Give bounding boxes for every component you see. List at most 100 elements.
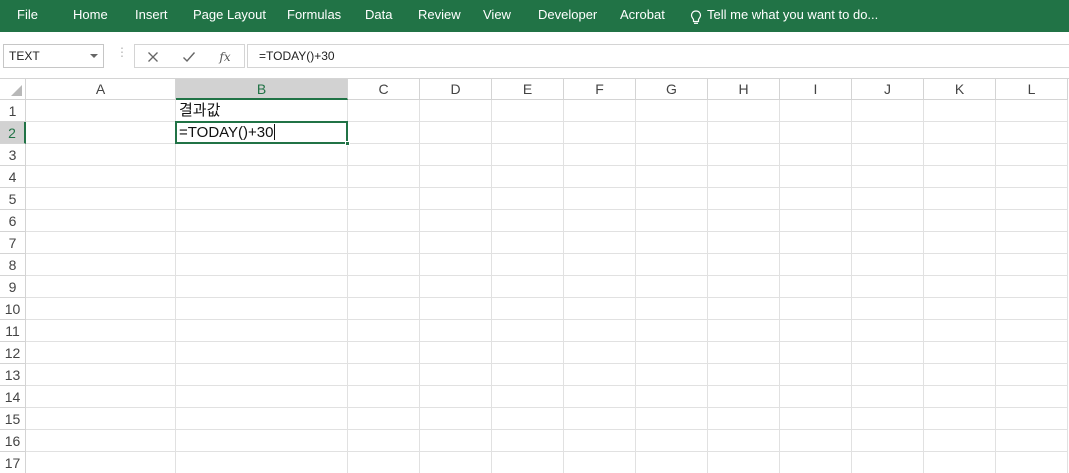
cell-i5[interactable] bbox=[780, 188, 852, 210]
cell-l3[interactable] bbox=[996, 144, 1068, 166]
cell-j17[interactable] bbox=[852, 452, 924, 473]
column-header-e[interactable]: E bbox=[492, 79, 564, 100]
cell-b11[interactable] bbox=[176, 320, 348, 342]
cell-i8[interactable] bbox=[780, 254, 852, 276]
cell-f14[interactable] bbox=[564, 386, 636, 408]
column-header-g[interactable]: G bbox=[636, 79, 708, 100]
cell-k7[interactable] bbox=[924, 232, 996, 254]
cell-c3[interactable] bbox=[348, 144, 420, 166]
cell-d2[interactable] bbox=[420, 122, 492, 144]
cell-g6[interactable] bbox=[636, 210, 708, 232]
cell-k14[interactable] bbox=[924, 386, 996, 408]
row-header-6[interactable]: 6 bbox=[0, 210, 26, 232]
chevron-down-icon[interactable] bbox=[90, 54, 98, 58]
cell-h15[interactable] bbox=[708, 408, 780, 430]
cell-l7[interactable] bbox=[996, 232, 1068, 254]
cell-g16[interactable] bbox=[636, 430, 708, 452]
cell-a4[interactable] bbox=[26, 166, 176, 188]
cell-l1[interactable] bbox=[996, 100, 1068, 122]
cell-i12[interactable] bbox=[780, 342, 852, 364]
cell-l13[interactable] bbox=[996, 364, 1068, 386]
cell-h4[interactable] bbox=[708, 166, 780, 188]
cell-a6[interactable] bbox=[26, 210, 176, 232]
row-header-16[interactable]: 16 bbox=[0, 430, 26, 452]
cell-g12[interactable] bbox=[636, 342, 708, 364]
row-header-12[interactable]: 12 bbox=[0, 342, 26, 364]
column-header-c[interactable]: C bbox=[348, 79, 420, 100]
cell-k10[interactable] bbox=[924, 298, 996, 320]
cell-d4[interactable] bbox=[420, 166, 492, 188]
cell-h6[interactable] bbox=[708, 210, 780, 232]
cell-e13[interactable] bbox=[492, 364, 564, 386]
cell-i1[interactable] bbox=[780, 100, 852, 122]
cell-b13[interactable] bbox=[176, 364, 348, 386]
tab-home[interactable]: Home bbox=[73, 0, 108, 29]
cell-i4[interactable] bbox=[780, 166, 852, 188]
cell-e5[interactable] bbox=[492, 188, 564, 210]
cell-a8[interactable] bbox=[26, 254, 176, 276]
cell-a10[interactable] bbox=[26, 298, 176, 320]
cell-k1[interactable] bbox=[924, 100, 996, 122]
tab-view[interactable]: View bbox=[483, 0, 511, 29]
cell-a14[interactable] bbox=[26, 386, 176, 408]
column-header-d[interactable]: D bbox=[420, 79, 492, 100]
formula-input[interactable]: =TODAY()+30 bbox=[247, 44, 1069, 68]
row-header-9[interactable]: 9 bbox=[0, 276, 26, 298]
cell-b15[interactable] bbox=[176, 408, 348, 430]
cell-f2[interactable] bbox=[564, 122, 636, 144]
cell-c12[interactable] bbox=[348, 342, 420, 364]
cell-l5[interactable] bbox=[996, 188, 1068, 210]
cell-l15[interactable] bbox=[996, 408, 1068, 430]
cell-a15[interactable] bbox=[26, 408, 176, 430]
cell-b10[interactable] bbox=[176, 298, 348, 320]
cell-k17[interactable] bbox=[924, 452, 996, 473]
tab-page-layout[interactable]: Page Layout bbox=[193, 0, 266, 29]
cell-a9[interactable] bbox=[26, 276, 176, 298]
row-header-17[interactable]: 17 bbox=[0, 452, 26, 473]
cell-g3[interactable] bbox=[636, 144, 708, 166]
cell-f17[interactable] bbox=[564, 452, 636, 473]
cell-f1[interactable] bbox=[564, 100, 636, 122]
cell-b7[interactable] bbox=[176, 232, 348, 254]
cell-e6[interactable] bbox=[492, 210, 564, 232]
cell-e8[interactable] bbox=[492, 254, 564, 276]
cell-f5[interactable] bbox=[564, 188, 636, 210]
tab-formulas[interactable]: Formulas bbox=[287, 0, 341, 29]
cell-f4[interactable] bbox=[564, 166, 636, 188]
column-header-i[interactable]: I bbox=[780, 79, 852, 100]
row-header-2[interactable]: 2 bbox=[0, 122, 26, 144]
tab-acrobat[interactable]: Acrobat bbox=[620, 0, 665, 29]
cell-c15[interactable] bbox=[348, 408, 420, 430]
column-header-j[interactable]: J bbox=[852, 79, 924, 100]
cell-h3[interactable] bbox=[708, 144, 780, 166]
cell-j3[interactable] bbox=[852, 144, 924, 166]
cell-b6[interactable] bbox=[176, 210, 348, 232]
fx-icon[interactable]: fx bbox=[214, 48, 236, 66]
cell-c14[interactable] bbox=[348, 386, 420, 408]
cell-k3[interactable] bbox=[924, 144, 996, 166]
row-header-3[interactable]: 3 bbox=[0, 144, 26, 166]
cell-g9[interactable] bbox=[636, 276, 708, 298]
cell-e14[interactable] bbox=[492, 386, 564, 408]
cell-k5[interactable] bbox=[924, 188, 996, 210]
cell-l11[interactable] bbox=[996, 320, 1068, 342]
cell-d6[interactable] bbox=[420, 210, 492, 232]
cell-i7[interactable] bbox=[780, 232, 852, 254]
cell-c13[interactable] bbox=[348, 364, 420, 386]
cell-j8[interactable] bbox=[852, 254, 924, 276]
cell-h12[interactable] bbox=[708, 342, 780, 364]
cell-i2[interactable] bbox=[780, 122, 852, 144]
cell-c1[interactable] bbox=[348, 100, 420, 122]
column-header-k[interactable]: K bbox=[924, 79, 996, 100]
cell-h7[interactable] bbox=[708, 232, 780, 254]
row-header-14[interactable]: 14 bbox=[0, 386, 26, 408]
row-header-10[interactable]: 10 bbox=[0, 298, 26, 320]
cell-a2[interactable] bbox=[26, 122, 176, 144]
cell-c9[interactable] bbox=[348, 276, 420, 298]
cell-c16[interactable] bbox=[348, 430, 420, 452]
cell-j6[interactable] bbox=[852, 210, 924, 232]
cell-j9[interactable] bbox=[852, 276, 924, 298]
cell-i11[interactable] bbox=[780, 320, 852, 342]
cell-j10[interactable] bbox=[852, 298, 924, 320]
cell-f16[interactable] bbox=[564, 430, 636, 452]
